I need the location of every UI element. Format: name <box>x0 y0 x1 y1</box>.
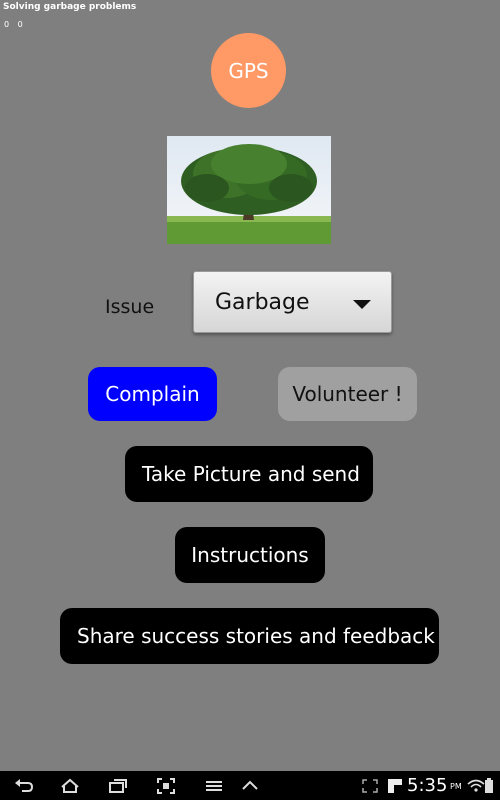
issue-dropdown[interactable]: Garbage <box>193 271 392 333</box>
volunteer-button[interactable]: Volunteer ! <box>278 367 417 421</box>
app-title: Solving garbage problems <box>3 2 137 12</box>
issue-label: Issue <box>105 296 155 318</box>
recent-apps-icon[interactable] <box>108 778 128 794</box>
share-stories-button[interactable]: Share success stories and feedback <box>60 608 439 664</box>
title-bar: Solving garbage problems <box>0 0 500 15</box>
menu-icon[interactable] <box>204 778 224 794</box>
chevron-down-icon <box>353 300 371 309</box>
status-ampm: PM <box>450 782 462 791</box>
complain-button[interactable]: Complain <box>88 367 217 421</box>
tree-image <box>167 136 331 244</box>
coordinates-readout: 0 0 <box>4 20 23 29</box>
system-navigation-bar: 5:35 PM <box>0 771 500 800</box>
battery-icon <box>485 778 493 793</box>
take-picture-button[interactable]: Take Picture and send <box>125 446 373 502</box>
instructions-button[interactable]: Instructions <box>175 527 325 583</box>
screenshot-icon[interactable] <box>156 778 176 794</box>
gps-button[interactable]: GPS <box>211 33 286 108</box>
home-icon[interactable] <box>60 778 80 794</box>
flipboard-icon <box>388 779 402 793</box>
fullscreen-icon <box>362 779 378 793</box>
back-icon[interactable] <box>14 778 34 794</box>
status-clock: 5:35 <box>407 775 448 796</box>
up-icon[interactable] <box>240 778 260 794</box>
issue-selected-value: Garbage <box>215 290 310 315</box>
